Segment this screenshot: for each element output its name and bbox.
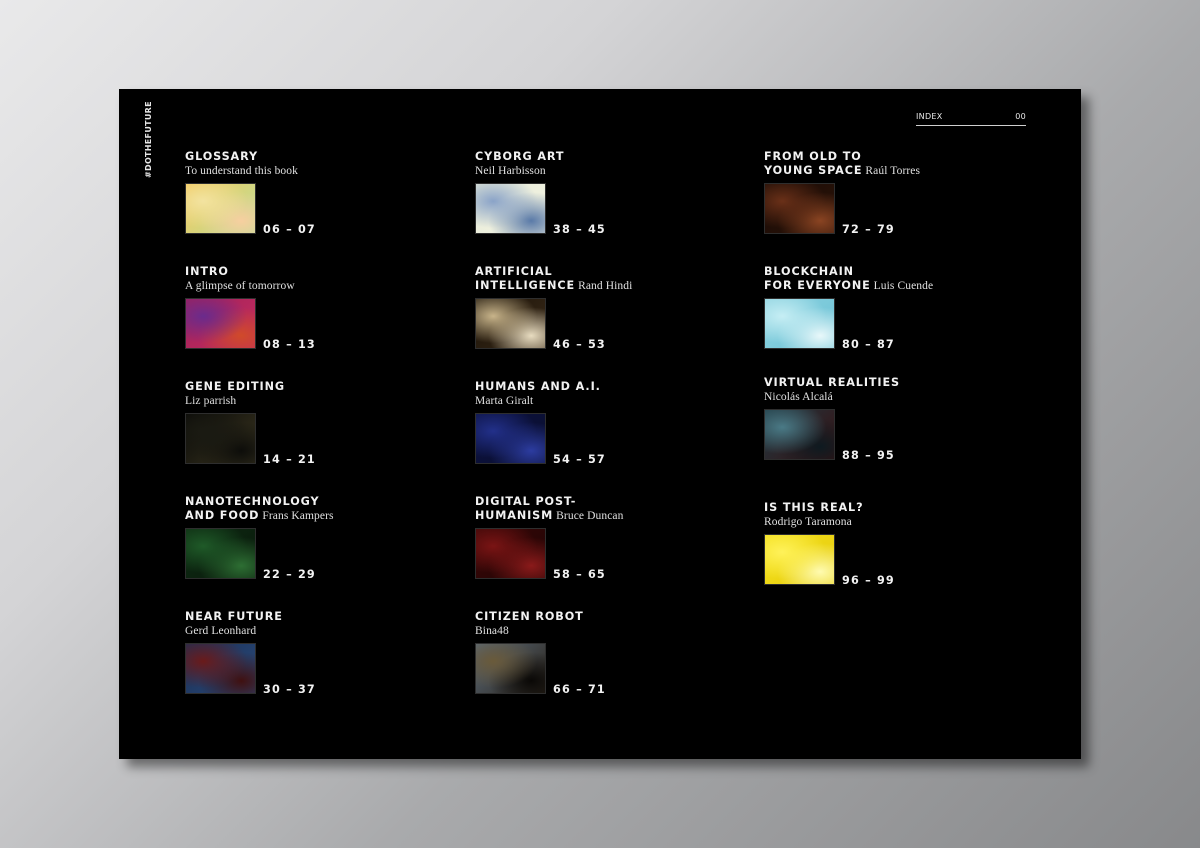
- entry-title: BLOCKCHAIN FOR EVERYONE Luis Cuende: [764, 265, 933, 293]
- entry-thumbnail[interactable]: [764, 534, 835, 585]
- entry-thumbnail[interactable]: [475, 298, 546, 349]
- entry-title: NANOTECHNOLOGY AND FOOD Frans Kampers: [185, 495, 334, 523]
- entry-subtitle: Rodrigo Taramona: [764, 515, 852, 528]
- entry-title-line: GENE EDITING: [185, 380, 285, 393]
- entry-page-range: 14 – 21: [263, 453, 316, 466]
- entry-author: Frans Kampers: [262, 509, 334, 522]
- side-hashtag: #DOTHEFUTURE: [144, 101, 153, 178]
- entry-page-range: 72 – 79: [842, 223, 895, 236]
- index-entry[interactable]: FROM OLD TO YOUNG SPACE Raúl Torres 72 – 79: [764, 150, 1034, 250]
- entry-subtitle: To understand this book: [185, 164, 298, 177]
- entry-title: FROM OLD TO YOUNG SPACE Raúl Torres: [764, 150, 920, 178]
- entry-title-line: FOR EVERYONE Luis Cuende: [764, 279, 933, 294]
- entry-page-range: 80 – 87: [842, 338, 895, 351]
- index-entry[interactable]: BLOCKCHAIN FOR EVERYONE Luis Cuende 80 – 87: [764, 265, 1034, 365]
- entry-title-text: HUMANISM: [475, 508, 554, 522]
- entry-thumbnail[interactable]: [475, 528, 546, 579]
- index-entry[interactable]: INTRO A glimpse of tomorrow 08 – 13: [185, 265, 455, 365]
- entry-title-line: ARTIFICIAL: [475, 265, 553, 278]
- entry-title: VIRTUAL REALITIES Nicolás Alcalá: [764, 376, 900, 404]
- entry-title-line: CYBORG ART: [475, 150, 565, 163]
- index-entry[interactable]: NEAR FUTURE Gerd Leonhard 30 – 37: [185, 610, 455, 710]
- entry-title-line: NANOTECHNOLOGY: [185, 495, 320, 508]
- entry-page-range: 58 – 65: [553, 568, 606, 581]
- entry-page-range: 88 – 95: [842, 449, 895, 462]
- entry-title: GLOSSARY To understand this book: [185, 150, 298, 178]
- entry-title: GENE EDITING Liz parrish: [185, 380, 285, 408]
- index-entry[interactable]: GENE EDITING Liz parrish 14 – 21: [185, 380, 455, 480]
- entry-title: DIGITAL POST- HUMANISM Bruce Duncan: [475, 495, 623, 523]
- entry-thumbnail[interactable]: [764, 409, 835, 460]
- entry-title-line: INTRO: [185, 265, 229, 278]
- entry-title-line: AND FOOD Frans Kampers: [185, 509, 334, 524]
- entry-title-text: INTELLIGENCE: [475, 278, 576, 292]
- entry-page-range: 06 – 07: [263, 223, 316, 236]
- entry-title-text: AND FOOD: [185, 508, 260, 522]
- entry-title: HUMANS AND A.I. Marta Giralt: [475, 380, 601, 408]
- index-entry[interactable]: CYBORG ART Neil Harbisson 38 – 45: [475, 150, 745, 250]
- entry-subtitle: Marta Giralt: [475, 394, 534, 407]
- index-entry[interactable]: DIGITAL POST- HUMANISM Bruce Duncan 58 – 65: [475, 495, 745, 595]
- entry-subtitle: Gerd Leonhard: [185, 624, 257, 637]
- entry-author: Rand Hindi: [578, 279, 633, 292]
- index-entry[interactable]: ARTIFICIAL INTELLIGENCE Rand Hindi 46 – 53: [475, 265, 745, 365]
- index-page-number: 00: [1015, 112, 1026, 121]
- entry-title-line: GLOSSARY: [185, 150, 258, 163]
- entry-thumbnail[interactable]: [185, 183, 256, 234]
- entry-thumbnail[interactable]: [764, 298, 835, 349]
- index-entry[interactable]: CITIZEN ROBOT Bina48 66 – 71: [475, 610, 745, 710]
- entry-title-line: FROM OLD TO: [764, 150, 862, 163]
- entry-title-line: DIGITAL POST-: [475, 495, 577, 508]
- entry-title: CITIZEN ROBOT Bina48: [475, 610, 584, 638]
- entry-author: Luis Cuende: [873, 279, 934, 292]
- entry-thumbnail[interactable]: [185, 298, 256, 349]
- entry-title-line: INTELLIGENCE Rand Hindi: [475, 279, 632, 294]
- index-entry[interactable]: HUMANS AND A.I. Marta Giralt 54 – 57: [475, 380, 745, 480]
- entry-title: ARTIFICIAL INTELLIGENCE Rand Hindi: [475, 265, 632, 293]
- entry-author: Raúl Torres: [865, 164, 921, 177]
- entry-page-range: 30 – 37: [263, 683, 316, 696]
- index-header: INDEX 00: [916, 112, 1026, 126]
- entry-title-text: FOR EVERYONE: [764, 278, 871, 292]
- entry-subtitle: Bina48: [475, 624, 509, 637]
- entry-title: CYBORG ART Neil Harbisson: [475, 150, 564, 178]
- index-entry[interactable]: VIRTUAL REALITIES Nicolás Alcalá 88 – 95: [764, 376, 1034, 476]
- entry-page-range: 96 – 99: [842, 574, 895, 587]
- entry-title-line: VIRTUAL REALITIES: [764, 376, 900, 389]
- entry-thumbnail[interactable]: [475, 413, 546, 464]
- entry-title: NEAR FUTURE Gerd Leonhard: [185, 610, 283, 638]
- entry-title-text: YOUNG SPACE: [764, 163, 863, 177]
- index-entry[interactable]: IS THIS REAL? Rodrigo Taramona 96 – 99: [764, 501, 1034, 601]
- entry-thumbnail[interactable]: [185, 643, 256, 694]
- index-entry[interactable]: NANOTECHNOLOGY AND FOOD Frans Kampers 22 – …: [185, 495, 455, 595]
- entry-title-line: IS THIS REAL?: [764, 501, 864, 514]
- entry-thumbnail[interactable]: [185, 413, 256, 464]
- entry-subtitle: Liz parrish: [185, 394, 237, 407]
- entry-thumbnail[interactable]: [185, 528, 256, 579]
- entry-page-range: 38 – 45: [553, 223, 606, 236]
- entry-title-line: NEAR FUTURE: [185, 610, 283, 623]
- entry-page-range: 54 – 57: [553, 453, 606, 466]
- entry-title-line: BLOCKCHAIN: [764, 265, 854, 278]
- entry-author: Bruce Duncan: [556, 509, 624, 522]
- entry-title: IS THIS REAL? Rodrigo Taramona: [764, 501, 863, 529]
- entry-thumbnail[interactable]: [475, 183, 546, 234]
- entry-page-range: 46 – 53: [553, 338, 606, 351]
- entry-page-range: 22 – 29: [263, 568, 316, 581]
- entry-subtitle: Neil Harbisson: [475, 164, 546, 177]
- entry-thumbnail[interactable]: [764, 183, 835, 234]
- entry-title-line: HUMANS AND A.I.: [475, 380, 601, 393]
- entry-thumbnail[interactable]: [475, 643, 546, 694]
- entry-title-line: YOUNG SPACE Raúl Torres: [764, 164, 920, 179]
- index-entry[interactable]: GLOSSARY To understand this book 06 – 07: [185, 150, 455, 250]
- entry-page-range: 66 – 71: [553, 683, 606, 696]
- entry-title-line: HUMANISM Bruce Duncan: [475, 509, 623, 524]
- entry-page-range: 08 – 13: [263, 338, 316, 351]
- index-label: INDEX: [916, 112, 943, 121]
- entry-subtitle: A glimpse of tomorrow: [185, 279, 295, 292]
- entry-title: INTRO A glimpse of tomorrow: [185, 265, 295, 293]
- entry-title-line: CITIZEN ROBOT: [475, 610, 584, 623]
- entry-subtitle: Nicolás Alcalá: [764, 390, 833, 403]
